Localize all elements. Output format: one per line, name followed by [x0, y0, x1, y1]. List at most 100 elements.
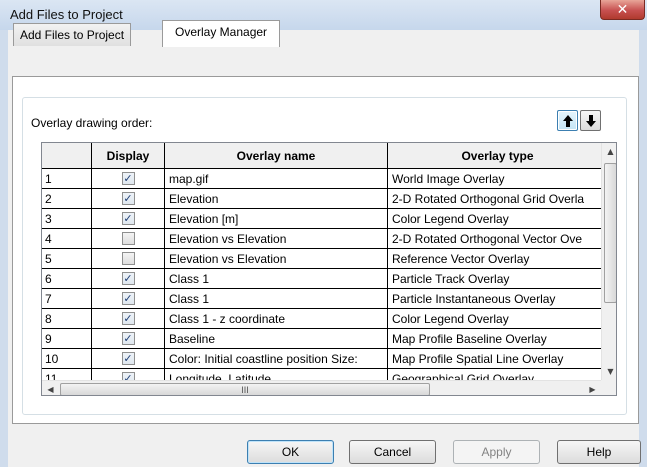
overlay-name-cell[interactable]: Baseline: [165, 329, 388, 349]
move-down-button[interactable]: [580, 110, 601, 131]
row-number[interactable]: 1: [42, 169, 92, 189]
overlay-type-cell[interactable]: 2-D Rotated Orthogonal Vector Ove: [388, 229, 608, 249]
display-checkbox[interactable]: ✓: [121, 352, 135, 365]
checkmark-icon: ✓: [123, 292, 133, 305]
overlay-type-cell[interactable]: Color Legend Overlay: [388, 309, 608, 329]
header-display[interactable]: Display: [92, 143, 165, 169]
apply-button: Apply: [453, 440, 540, 464]
overlay-type-cell[interactable]: Particle Track Overlay: [388, 269, 608, 289]
overlay-type-cell[interactable]: Particle Instantaneous Overlay: [388, 289, 608, 309]
display-checkbox[interactable]: ✓: [121, 212, 135, 225]
display-checkbox-cell: ✓: [92, 209, 165, 229]
header-overlay-type[interactable]: Overlay type: [388, 143, 608, 169]
display-checkbox[interactable]: [121, 252, 135, 265]
table-row[interactable]: 5 Elevation vs Elevation Reference Vector …: [42, 249, 608, 269]
overlay-name-cell[interactable]: Elevation vs Elevation: [165, 229, 388, 249]
scroll-left-icon[interactable]: ◀: [42, 381, 59, 395]
checkmark-icon: ✓: [123, 212, 133, 225]
tab-overlay-manager[interactable]: Overlay Manager: [162, 20, 281, 47]
scroll-right-icon[interactable]: ▶: [584, 381, 601, 395]
horizontal-scrollbar[interactable]: ◀ III ▶: [42, 380, 601, 395]
table-row[interactable]: 7 ✓ Class 1 Particle Instantaneous Overlay: [42, 289, 608, 309]
checkmark-icon: ✓: [123, 312, 133, 325]
display-checkbox-cell: [92, 229, 165, 249]
overlay-name-cell[interactable]: Elevation vs Elevation: [165, 249, 388, 269]
close-icon: ✕: [616, 1, 629, 18]
overlay-type-cell[interactable]: Map Profile Spatial Line Overlay: [388, 349, 608, 369]
table-row[interactable]: 9 ✓ Baseline Map Profile Baseline Overlay: [42, 329, 608, 349]
row-number[interactable]: 9: [42, 329, 92, 349]
table-row[interactable]: 10 ✓ Color: Initial coastline position Siz…: [42, 349, 608, 369]
row-number[interactable]: 2: [42, 189, 92, 209]
tab-label: Add Files to Project: [20, 28, 125, 42]
display-checkbox[interactable]: ✓: [121, 192, 135, 205]
help-button[interactable]: Help: [557, 440, 641, 464]
display-checkbox-cell: ✓: [92, 309, 165, 329]
row-number[interactable]: 4: [42, 229, 92, 249]
overlay-name-cell[interactable]: Class 1 - z coordinate: [165, 309, 388, 329]
horizontal-scroll-thumb[interactable]: III: [60, 383, 430, 395]
overlay-order-label: Overlay drawing order:: [31, 116, 153, 130]
overlay-type-cell[interactable]: World Image Overlay: [388, 169, 608, 189]
overlay-type-cell[interactable]: Color Legend Overlay: [388, 209, 608, 229]
vertical-scroll-thumb[interactable]: [604, 163, 616, 303]
checkmark-icon: ✓: [123, 332, 133, 345]
display-checkbox-cell: ✓: [92, 289, 165, 309]
vertical-scrollbar[interactable]: ▲ ▼: [601, 143, 616, 380]
row-number[interactable]: 8: [42, 309, 92, 329]
display-checkbox[interactable]: ✓: [121, 272, 135, 285]
row-number[interactable]: 3: [42, 209, 92, 229]
overlay-name-cell[interactable]: Color: Initial coastline position Size:: [165, 349, 388, 369]
overlay-name-cell[interactable]: map.gif: [165, 169, 388, 189]
table-row[interactable]: 8 ✓ Class 1 - z coordinate Color Legend Ove…: [42, 309, 608, 329]
table-row[interactable]: 3 ✓ Elevation [m] Color Legend Overlay: [42, 209, 608, 229]
checkmark-icon: ✓: [123, 272, 133, 285]
display-checkbox-cell: ✓: [92, 189, 165, 209]
arrow-up-icon: [562, 114, 573, 127]
header-overlay-name[interactable]: Overlay name: [165, 143, 388, 169]
display-checkbox-cell: ✓: [92, 169, 165, 189]
overlay-type-cell[interactable]: Reference Vector Overlay: [388, 249, 608, 269]
overlay-type-cell[interactable]: 2-D Rotated Orthogonal Grid Overla: [388, 189, 608, 209]
display-checkbox[interactable]: ✓: [121, 172, 135, 185]
overlay-name-cell[interactable]: Class 1: [165, 269, 388, 289]
display-checkbox-cell: ✓: [92, 269, 165, 289]
overlay-type-cell[interactable]: Map Profile Baseline Overlay: [388, 329, 608, 349]
row-number[interactable]: 10: [42, 349, 92, 369]
display-checkbox[interactable]: ✓: [121, 332, 135, 345]
row-number[interactable]: 7: [42, 289, 92, 309]
close-button[interactable]: ✕: [600, 0, 645, 20]
overlay-name-cell[interactable]: Elevation: [165, 189, 388, 209]
header-row-number: [42, 143, 92, 169]
row-number[interactable]: 5: [42, 249, 92, 269]
table-row[interactable]: 2 ✓ Elevation 2-D Rotated Orthogonal Grid O…: [42, 189, 608, 209]
scroll-down-icon[interactable]: ▼: [602, 363, 616, 380]
table-row[interactable]: 6 ✓ Class 1 Particle Track Overlay: [42, 269, 608, 289]
arrow-down-icon: [585, 114, 596, 127]
tab-label: Overlay Manager: [175, 25, 268, 39]
table-row[interactable]: 4 Elevation vs Elevation 2-D Rotated Ortho…: [42, 229, 608, 249]
window-title: Add Files to Project: [10, 7, 123, 22]
table-header-row: Display Overlay name Overlay type: [42, 143, 608, 169]
checkmark-icon: ✓: [123, 172, 133, 185]
overlay-name-cell[interactable]: Elevation [m]: [165, 209, 388, 229]
display-checkbox-cell: [92, 249, 165, 269]
display-checkbox-cell: ✓: [92, 349, 165, 369]
scrollbar-corner: [601, 380, 616, 395]
display-checkbox-cell: ✓: [92, 329, 165, 349]
table-row[interactable]: 1 ✓ map.gif World Image Overlay: [42, 169, 608, 189]
display-checkbox[interactable]: [121, 232, 135, 245]
checkmark-icon: ✓: [123, 192, 133, 205]
overlay-name-cell[interactable]: Class 1: [165, 289, 388, 309]
move-up-button[interactable]: [557, 110, 578, 131]
tab-add-files-to-project[interactable]: Add Files to Project: [13, 23, 132, 46]
checkmark-icon: ✓: [123, 352, 133, 365]
row-number[interactable]: 6: [42, 269, 92, 289]
scroll-grip-icon: III: [241, 384, 249, 395]
display-checkbox[interactable]: ✓: [121, 292, 135, 305]
display-checkbox[interactable]: ✓: [121, 312, 135, 325]
scroll-up-icon[interactable]: ▲: [602, 143, 616, 160]
ok-button[interactable]: OK: [247, 440, 334, 464]
cancel-button[interactable]: Cancel: [349, 440, 436, 464]
overlay-grid[interactable]: Display Overlay name Overlay type 1 ✓ map.…: [41, 142, 617, 396]
